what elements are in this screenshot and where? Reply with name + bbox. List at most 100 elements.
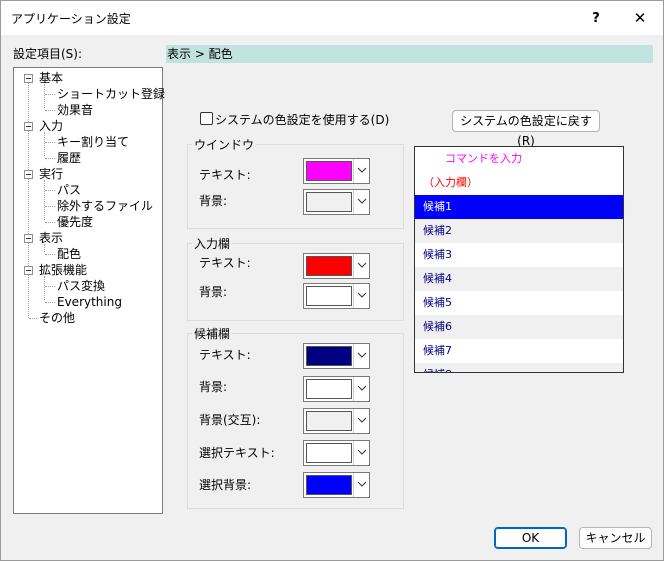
tree-collapse-icon[interactable] bbox=[24, 266, 33, 275]
tree-collapse-icon[interactable] bbox=[24, 122, 33, 131]
input-bg-label: 背景: bbox=[199, 285, 228, 299]
window-text-color-picker[interactable] bbox=[303, 158, 370, 184]
color-swatch bbox=[306, 443, 352, 463]
color-swatch bbox=[306, 256, 352, 276]
tree-item[interactable]: ショートカット登録 bbox=[57, 87, 165, 101]
help-button[interactable]: ? bbox=[574, 1, 618, 35]
preview-candidate-row: 候補7 bbox=[415, 339, 623, 363]
window-color-group bbox=[187, 144, 404, 229]
reset-system-colors-button[interactable]: システムの色設定に戻す(R) bbox=[452, 110, 600, 148]
chevron-down-icon[interactable] bbox=[353, 441, 369, 465]
window-text-label: テキスト: bbox=[199, 168, 251, 182]
candidates-group-label: 候補欄 bbox=[192, 325, 233, 342]
tree-collapse-icon[interactable] bbox=[24, 170, 33, 179]
preview-candidate-row: 候補2 bbox=[415, 219, 623, 243]
candidates-sel-bg-color-picker[interactable] bbox=[303, 472, 370, 498]
tree-connector bbox=[45, 94, 55, 95]
candidates-sel-text-label: 選択テキスト: bbox=[199, 446, 275, 460]
tree-item[interactable]: 配色 bbox=[57, 247, 81, 261]
tree-connector bbox=[45, 302, 55, 303]
system-color-checkbox-label[interactable]: システムの色設定を使用する(D) bbox=[215, 111, 389, 128]
color-swatch bbox=[306, 475, 352, 495]
settings-dialog: アプリケーション設定 ? ✕ 設定項目(S): 基本ショートカット登録 効果音入力… bbox=[0, 0, 664, 561]
tree-item[interactable]: パス変換 bbox=[57, 279, 105, 293]
tree-item[interactable]: 入力 bbox=[39, 119, 63, 133]
input-bg-color-picker[interactable] bbox=[303, 283, 370, 309]
candidates-bg-color-picker[interactable] bbox=[303, 376, 370, 402]
window-bg-color-picker[interactable] bbox=[303, 189, 370, 215]
tree-connector bbox=[44, 84, 45, 108]
tree-connector bbox=[29, 318, 37, 319]
title-bar: アプリケーション設定 ? ✕ bbox=[1, 1, 663, 35]
help-icon: ? bbox=[592, 11, 600, 26]
tree-item[interactable]: 優先度 bbox=[57, 215, 93, 229]
input-group-label: 入力欄 bbox=[192, 235, 233, 252]
settings-tree[interactable]: 基本ショートカット登録 効果音入力キー割り当て 履歴実行パス除外するファイル 優先度表… bbox=[13, 67, 165, 514]
chevron-down-icon[interactable] bbox=[353, 377, 369, 401]
color-swatch bbox=[306, 411, 352, 431]
chevron-down-icon[interactable] bbox=[353, 409, 369, 433]
candidates-text-color-picker[interactable] bbox=[303, 343, 370, 369]
tree-item[interactable]: 効果音 bbox=[57, 103, 93, 117]
candidates-alt-bg-color-picker[interactable] bbox=[303, 408, 370, 434]
tree-item[interactable]: パス bbox=[57, 183, 81, 197]
input-text-color-picker[interactable] bbox=[303, 253, 370, 279]
preview-candidate-row: 候補8 bbox=[415, 363, 623, 372]
chevron-down-icon[interactable] bbox=[353, 254, 369, 278]
candidates-bg-label: 背景: bbox=[199, 380, 228, 394]
system-color-checkbox[interactable] bbox=[200, 112, 213, 125]
color-swatch bbox=[306, 346, 352, 366]
chevron-down-icon[interactable] bbox=[353, 344, 369, 368]
tree-connector bbox=[44, 132, 45, 156]
tree-item[interactable]: Everything bbox=[57, 295, 122, 309]
window-title: アプリケーション設定 bbox=[11, 12, 131, 26]
tree-connector bbox=[45, 222, 55, 223]
tree-connector bbox=[28, 82, 29, 318]
tree-item[interactable]: 拡張機能 bbox=[39, 263, 87, 277]
tree-item[interactable]: 基本 bbox=[39, 71, 63, 85]
cancel-button[interactable]: キャンセル bbox=[579, 527, 652, 549]
tree-connector bbox=[45, 110, 55, 111]
input-text-label: テキスト: bbox=[199, 256, 251, 270]
candidates-alt-bg-label: 背景(交互): bbox=[199, 413, 261, 427]
preview-candidate-row: 候補1 bbox=[415, 195, 623, 219]
preview-candidate-row: 候補4 bbox=[415, 267, 623, 291]
tree-item[interactable]: 履歴 bbox=[57, 151, 81, 165]
candidates-sel-bg-label: 選択背景: bbox=[199, 478, 252, 492]
preview-candidate-row: 候補5 bbox=[415, 291, 623, 315]
color-swatch bbox=[306, 192, 352, 212]
tree-connector bbox=[45, 206, 55, 207]
tree-item[interactable]: 実行 bbox=[39, 167, 63, 181]
tree-connector bbox=[45, 142, 55, 143]
close-icon: ✕ bbox=[633, 9, 647, 27]
tree-item[interactable]: キー割り当て bbox=[57, 135, 129, 149]
color-swatch bbox=[306, 161, 352, 181]
preview-input: （入力欄） bbox=[415, 171, 623, 195]
preview-candidate-row: 候補6 bbox=[415, 315, 623, 339]
tree-connector bbox=[45, 190, 55, 191]
tree-connector bbox=[44, 180, 45, 220]
tree-connector bbox=[44, 276, 45, 300]
tree-collapse-icon[interactable] bbox=[24, 74, 33, 83]
tree-item[interactable]: 表示 bbox=[39, 231, 63, 245]
color-preview-panel: コマンドを入力 （入力欄） 候補1候補2候補3候補4候補5候補6候補7候補8 bbox=[414, 146, 624, 373]
tree-connector bbox=[45, 158, 55, 159]
candidates-text-label: テキスト: bbox=[199, 348, 251, 362]
color-swatch bbox=[306, 379, 352, 399]
window-bg-label: 背景: bbox=[199, 194, 228, 208]
window-group-label: ウインドウ bbox=[192, 136, 257, 153]
chevron-down-icon[interactable] bbox=[353, 473, 369, 497]
settings-items-label: 設定項目(S): bbox=[13, 47, 83, 61]
tree-item[interactable]: 除外するファイル bbox=[57, 199, 153, 213]
tree-connector bbox=[44, 244, 45, 252]
close-button[interactable]: ✕ bbox=[618, 1, 662, 35]
chevron-down-icon[interactable] bbox=[353, 284, 369, 308]
tree-connector bbox=[45, 254, 55, 255]
chevron-down-icon[interactable] bbox=[353, 190, 369, 214]
candidates-sel-text-color-picker[interactable] bbox=[303, 440, 370, 466]
breadcrumb: 表示 > 配色 bbox=[166, 45, 653, 63]
tree-item[interactable]: その他 bbox=[39, 311, 75, 325]
ok-button[interactable]: OK bbox=[494, 527, 567, 549]
chevron-down-icon[interactable] bbox=[353, 159, 369, 183]
tree-collapse-icon[interactable] bbox=[24, 234, 33, 243]
